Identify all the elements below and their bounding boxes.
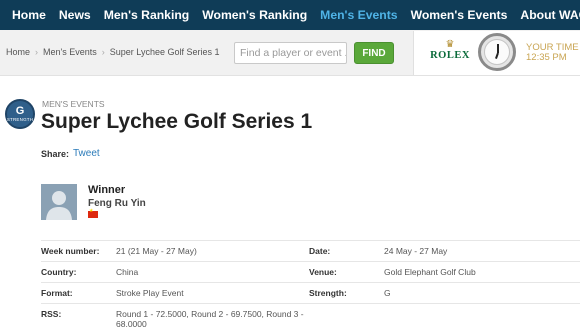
search-input[interactable]: Find a player or event ... <box>234 42 347 64</box>
winner-label: Winner <box>88 184 126 196</box>
chevron-right-icon: › <box>101 47 105 57</box>
avatar[interactable] <box>41 184 77 220</box>
crown-icon: ♛ <box>445 39 455 50</box>
page-title: Super Lychee Golf Series 1 <box>41 110 313 133</box>
china-flag-icon <box>88 208 98 218</box>
breadcrumb-current: Super Lychee Golf Series 1 <box>109 47 220 57</box>
badge-caption: STRENGTH <box>6 116 34 122</box>
date-value: 24 May - 27 May <box>384 246 448 256</box>
venue-label: Venue: <box>309 267 337 277</box>
rolex-brand: ROLEX <box>430 50 470 61</box>
country-label: Country: <box>41 267 77 277</box>
event-details: Week number: 21 (21 May - 27 May) Date: … <box>41 240 580 333</box>
ad-time: 12:35 PM <box>526 52 567 63</box>
nav-womens-events[interactable]: Women's Events <box>411 8 508 22</box>
nav-mens-events[interactable]: Men's Events <box>320 8 397 22</box>
venue-value: Gold Elephant Golf Club <box>384 267 476 277</box>
user-silhouette-icon <box>41 184 77 220</box>
strength-badge: G STRENGTH <box>5 99 35 129</box>
your-time: YOUR TIME 12:35 PM <box>526 43 579 63</box>
share-label: Share: <box>41 149 70 159</box>
format-value: Stroke Play Event <box>116 288 184 298</box>
badge-letter: G <box>15 104 25 117</box>
find-button[interactable]: FIND <box>354 42 394 64</box>
format-label: Format: <box>41 288 73 298</box>
clock-icon <box>478 33 516 71</box>
breadcrumb-home[interactable]: Home <box>6 47 30 57</box>
winner-name[interactable]: Feng Ru Yin <box>88 198 146 209</box>
details-row: Format: Stroke Play Event Strength: G <box>41 282 580 303</box>
nav-home[interactable]: Home <box>12 8 46 22</box>
nav-about-wagr[interactable]: About WAGR™ <box>520 8 580 22</box>
country-value: China <box>116 267 139 277</box>
rss-label: RSS: <box>41 309 62 319</box>
week-number-label: Week number: <box>41 246 100 256</box>
tweet-link[interactable]: Tweet <box>73 148 100 159</box>
details-row: Week number: 21 (21 May - 27 May) Date: … <box>41 240 580 261</box>
date-label: Date: <box>309 246 331 256</box>
nav-news[interactable]: News <box>59 8 91 22</box>
nav-womens-ranking[interactable]: Women's Ranking <box>202 8 307 22</box>
breadcrumb: Home › Men's Events › Super Lychee Golf … <box>6 47 220 57</box>
nav-mens-ranking[interactable]: Men's Ranking <box>104 8 190 22</box>
breadcrumb-mens-events[interactable]: Men's Events <box>43 47 97 57</box>
chevron-right-icon: › <box>35 47 39 57</box>
details-row: Country: China Venue: Gold Elephant Golf… <box>41 261 580 282</box>
details-row: RSS: Round 1 - 72.5000, Round 2 - 69.750… <box>41 303 580 333</box>
strength-value: G <box>384 288 391 298</box>
rolex-logo: ♛ ROLEX <box>430 39 470 62</box>
top-navigation: Home News Men's Ranking Women's Ranking … <box>0 0 580 30</box>
rolex-ad[interactable]: ♛ ROLEX YOUR TIME 12:35 PM <box>413 31 580 75</box>
rss-value: Round 1 - 72.5000, Round 2 - 69.7500, Ro… <box>116 309 304 329</box>
strength-label: Strength: <box>309 288 347 298</box>
event-category: MEN'S EVENTS <box>42 99 105 109</box>
week-number-value: 21 (21 May - 27 May) <box>116 246 197 256</box>
